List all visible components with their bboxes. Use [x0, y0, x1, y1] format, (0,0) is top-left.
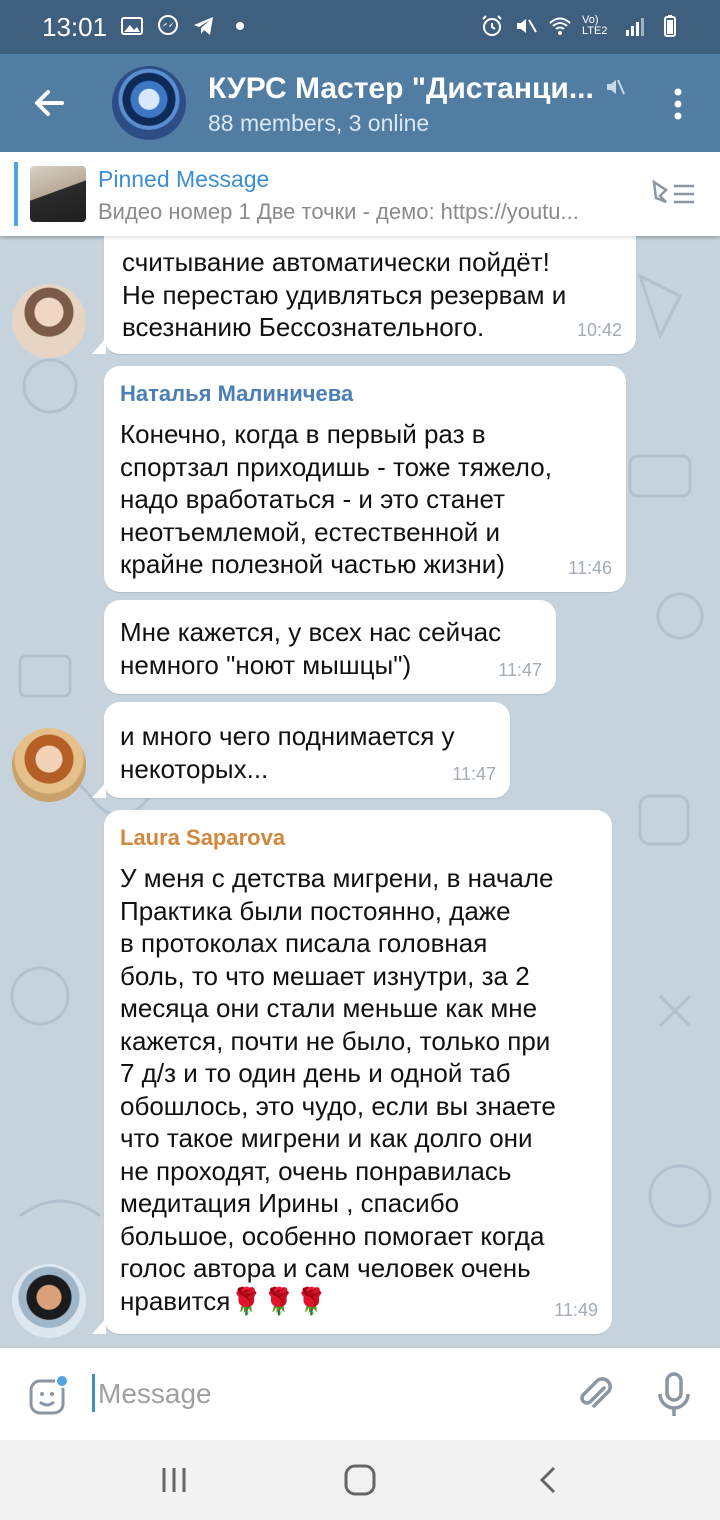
message-bubble[interactable]: Наталья Малиничева Конечно, когда в перв…	[104, 366, 626, 592]
group-avatar[interactable]	[112, 66, 186, 140]
status-time: 13:01	[42, 12, 108, 42]
message-sender[interactable]: Наталья Малиничева	[120, 378, 353, 411]
message-time: 11:46	[568, 557, 612, 578]
signal-icon	[626, 18, 644, 36]
telegram-icon	[194, 17, 213, 35]
chat-header: КУРС Мастер "Дистанци... 88 members, 3 o…	[0, 54, 720, 152]
pinned-accent-bar	[14, 162, 18, 226]
avatar[interactable]	[12, 1264, 86, 1338]
alarm-icon	[482, 15, 502, 36]
dot-icon	[236, 22, 244, 30]
pinned-thumbnail	[30, 166, 86, 222]
bubble-tail	[92, 338, 106, 354]
avatar[interactable]	[12, 284, 86, 358]
messenger-icon	[158, 15, 178, 35]
gallery-icon	[121, 17, 143, 35]
wifi-icon	[549, 17, 571, 35]
more-menu-icon[interactable]	[664, 84, 692, 124]
message-text: считывание автоматически пойдёт! Не пере…	[122, 247, 567, 342]
bubble-tail	[92, 782, 106, 798]
bubble-tail	[92, 1318, 106, 1334]
system-nav-bar	[0, 1440, 720, 1520]
text-cursor	[92, 1374, 95, 1412]
battery-icon	[664, 15, 676, 37]
chat-member-count: 88 members, 3 online	[208, 110, 430, 136]
pinned-title[interactable]: Pinned Message	[98, 166, 269, 193]
pin-list-icon[interactable]	[650, 178, 698, 210]
mute-icon	[517, 19, 537, 33]
home-icon[interactable]	[342, 1462, 378, 1498]
message-text: Конечно, когда в первый раз в спортзал п…	[120, 419, 552, 579]
pinned-text[interactable]: Видео номер 1 Две точки - демо: https://…	[98, 199, 638, 225]
message-composer	[0, 1348, 720, 1440]
message-bubble[interactable]: Laura Saparova У меня с детства мигрени,…	[104, 810, 612, 1334]
message-time: 11:47	[452, 763, 496, 784]
message-bubble[interactable]: считывание автоматически пойдёт! Не пере…	[104, 220, 636, 354]
recent-apps-icon[interactable]	[158, 1466, 190, 1494]
system-icons: Vo) LTE2	[480, 14, 682, 38]
chat-title[interactable]: КУРС Мастер "Дистанци...	[208, 72, 594, 106]
avatar[interactable]	[12, 728, 86, 802]
muted-icon	[607, 79, 625, 95]
status-bar: 13:01 Vo) LTE2	[0, 0, 720, 54]
pinned-message-overlay: Pinned Message Видео номер 1 Две точки -…	[0, 152, 720, 236]
message-bubble[interactable]: и много чего поднимается у некоторых... …	[104, 702, 510, 798]
notification-icons	[120, 14, 252, 38]
message-time: 11:47	[498, 659, 542, 680]
back-arrow-icon[interactable]	[26, 80, 72, 126]
message-text: У меня с детства мигрени, в начале Практ…	[120, 863, 556, 1316]
attach-icon[interactable]	[574, 1374, 616, 1416]
message-bubble[interactable]: Мне кажется, у всех нас сейчас немного "…	[104, 600, 556, 694]
microphone-icon[interactable]	[654, 1372, 694, 1418]
message-text: и много чего поднимается у некоторых...	[120, 721, 455, 784]
message-time: 10:42	[576, 319, 622, 340]
message-input[interactable]	[96, 1370, 560, 1418]
message-text: Мне кажется, у всех нас сейчас немного "…	[120, 617, 502, 680]
lte-label: Vo) LTE2	[582, 14, 608, 37]
back-nav-icon[interactable]	[534, 1464, 562, 1496]
sticker-emoji-icon[interactable]	[28, 1376, 68, 1416]
message-sender[interactable]: Laura Saparova	[120, 822, 285, 855]
message-time: 11:49	[554, 1299, 598, 1320]
